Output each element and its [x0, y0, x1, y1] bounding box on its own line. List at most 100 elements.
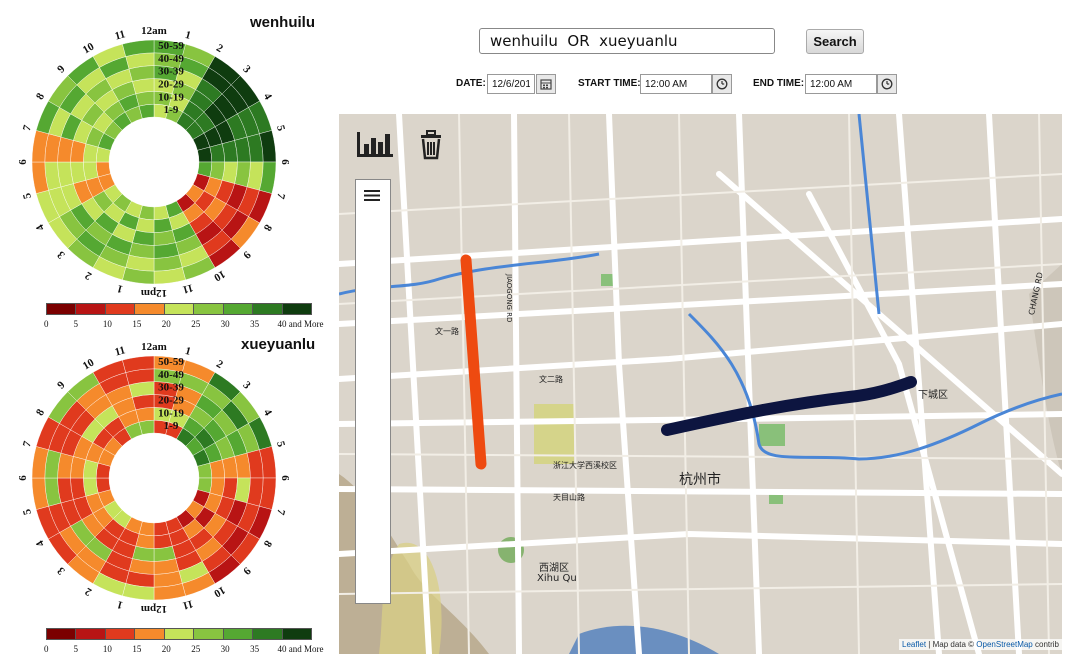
hour-label: 11 — [114, 344, 127, 358]
radial-cell[interactable] — [153, 546, 176, 562]
chart-toggle-button[interactable] — [355, 128, 395, 160]
hour-label: 7 — [21, 439, 34, 448]
layer-side-panel[interactable] — [355, 179, 391, 604]
radial-cell[interactable] — [70, 456, 86, 479]
ring-label: 10-19 — [158, 91, 184, 103]
hour-label: 8 — [261, 222, 274, 233]
hour-label: 7 — [274, 192, 287, 201]
hamburger-menu-icon[interactable] — [364, 187, 382, 201]
legend-tick-label: 25 — [191, 644, 201, 654]
road-label-wenyi: 文一路 — [435, 327, 459, 336]
hour-label: 1 — [116, 598, 124, 611]
road-label-jiaogong: JIAOGONG RD — [505, 274, 513, 323]
hour-label: 3 — [55, 564, 68, 577]
legend-swatch — [104, 303, 136, 315]
radial-cell[interactable] — [135, 91, 155, 107]
wenhuilu-radial-chart: 12am 1 2 3 4 5 6 7 8 9 10 11 12pm 1 2 3 4 5 6 7 8 9 10 11 50-59 4… — [0, 0, 338, 335]
xueyuanlu-radial-svg: 12am 1 2 3 4 5 6 7 8 9 10 11 12pm 1 2 3 4 5 6 7 8 9 10 11 50-594… — [17, 341, 291, 615]
hour-label: 1 — [184, 345, 192, 358]
clear-button[interactable] — [417, 128, 445, 160]
ring-label: 40-49 — [158, 369, 184, 381]
hour-label: 11 — [181, 597, 194, 611]
date-input[interactable] — [487, 74, 535, 94]
search-input[interactable] — [479, 28, 775, 54]
ring-label: 10-19 — [158, 407, 184, 419]
search-button[interactable]: Search — [806, 29, 864, 54]
hour-label: 9 — [240, 564, 253, 577]
clock-icon — [881, 78, 893, 90]
xihu-pinyin-label: Xihu Qu — [537, 573, 577, 584]
legend-swatch — [134, 628, 165, 640]
ring-label: 1-9 — [164, 420, 179, 432]
start-time-label: START TIME: — [578, 78, 641, 89]
west-lake-water — [569, 625, 719, 654]
hour-label: 10 — [81, 356, 97, 372]
wenhuilu-legend: 0 5 10 15 20 25 30 35 40 and More — [44, 303, 324, 333]
radial-cell[interactable] — [209, 459, 225, 479]
legend-swatch — [75, 628, 106, 640]
radial-cell[interactable] — [132, 230, 155, 246]
hour-label: 7 — [274, 508, 287, 517]
hour-label: 2 — [214, 358, 225, 371]
legend-swatch — [252, 303, 283, 315]
legend-swatch — [163, 303, 195, 315]
legend-tick-label: 40 and More — [277, 644, 324, 654]
legend-swatch — [75, 303, 106, 315]
start-time-input[interactable] — [640, 74, 712, 94]
legend-swatch — [222, 303, 254, 315]
radial-cell[interactable] — [83, 161, 99, 181]
radial-cell[interactable] — [153, 533, 173, 549]
ring-label: 30-39 — [158, 66, 184, 78]
radial-cell[interactable] — [222, 161, 238, 184]
date-label: DATE: — [456, 78, 486, 89]
hour-label: 5 — [21, 507, 34, 516]
radial-cell[interactable] — [70, 477, 86, 500]
radial-cell[interactable] — [222, 456, 238, 479]
legend-tick-label: 35 — [250, 319, 260, 329]
calendar-button[interactable] — [536, 74, 556, 94]
leaflet-link[interactable]: Leaflet — [902, 640, 926, 649]
end-time-label: END TIME: — [753, 78, 805, 89]
osm-link[interactable]: OpenStreetMap — [976, 640, 1032, 649]
map-view[interactable]: 杭州市 下城区 西湖区 Xihu Qu 浙江大学西溪校区 文一路 文二路 JIA… — [339, 114, 1062, 654]
radial-cell[interactable] — [70, 161, 86, 184]
ring-label: 40-49 — [158, 53, 184, 65]
radial-cell[interactable] — [209, 143, 225, 163]
ring-label: 30-39 — [158, 382, 184, 394]
clock-icon — [716, 78, 728, 90]
ring-label: 1-9 — [164, 104, 179, 116]
radial-cell[interactable] — [222, 140, 238, 163]
legend-tick-label: 30 — [220, 644, 230, 654]
radial-cell[interactable] — [70, 140, 86, 163]
xueyuanlu-radial-chart: 12am 1 2 3 4 5 6 7 8 9 10 11 12pm 1 2 3 4 5 6 7 8 9 10 11 50-59 4… — [0, 336, 338, 671]
wenhuilu-chart-title: wenhuilu — [250, 14, 315, 31]
start-time-clock-button[interactable] — [712, 74, 732, 94]
end-time-input[interactable] — [805, 74, 877, 94]
legend-tick-label: 0 — [44, 319, 49, 329]
hour-label: 6 — [279, 159, 291, 165]
hour-label: 4 — [34, 538, 47, 549]
legend-swatch — [104, 628, 136, 640]
radial-cell[interactable] — [153, 217, 173, 233]
legend-tick-label: 20 — [161, 644, 171, 654]
hour-label: 6 — [17, 475, 29, 481]
hour-label: 4 — [261, 91, 274, 102]
radial-cell[interactable] — [132, 546, 155, 562]
end-time-clock-button[interactable] — [877, 74, 897, 94]
radial-cell[interactable] — [222, 477, 238, 500]
radial-cell[interactable] — [132, 394, 155, 410]
legend-tick-label: 15 — [132, 319, 142, 329]
ring-label: 20-29 — [158, 79, 184, 91]
radial-cell[interactable] — [83, 477, 99, 497]
radial-cell[interactable] — [153, 230, 176, 246]
hour-label: 6 — [17, 159, 29, 165]
radial-cell[interactable] — [132, 78, 155, 94]
hour-label: 12pm — [141, 603, 167, 615]
legend-tick-label: 15 — [132, 644, 142, 654]
legend-tick-label: 5 — [73, 319, 78, 329]
campus-label: 浙江大学西溪校区 — [553, 461, 617, 470]
radial-cell[interactable] — [135, 407, 155, 423]
hour-label: 5 — [21, 191, 34, 200]
hour-label: 2 — [83, 269, 94, 282]
legend-swatch — [134, 303, 165, 315]
